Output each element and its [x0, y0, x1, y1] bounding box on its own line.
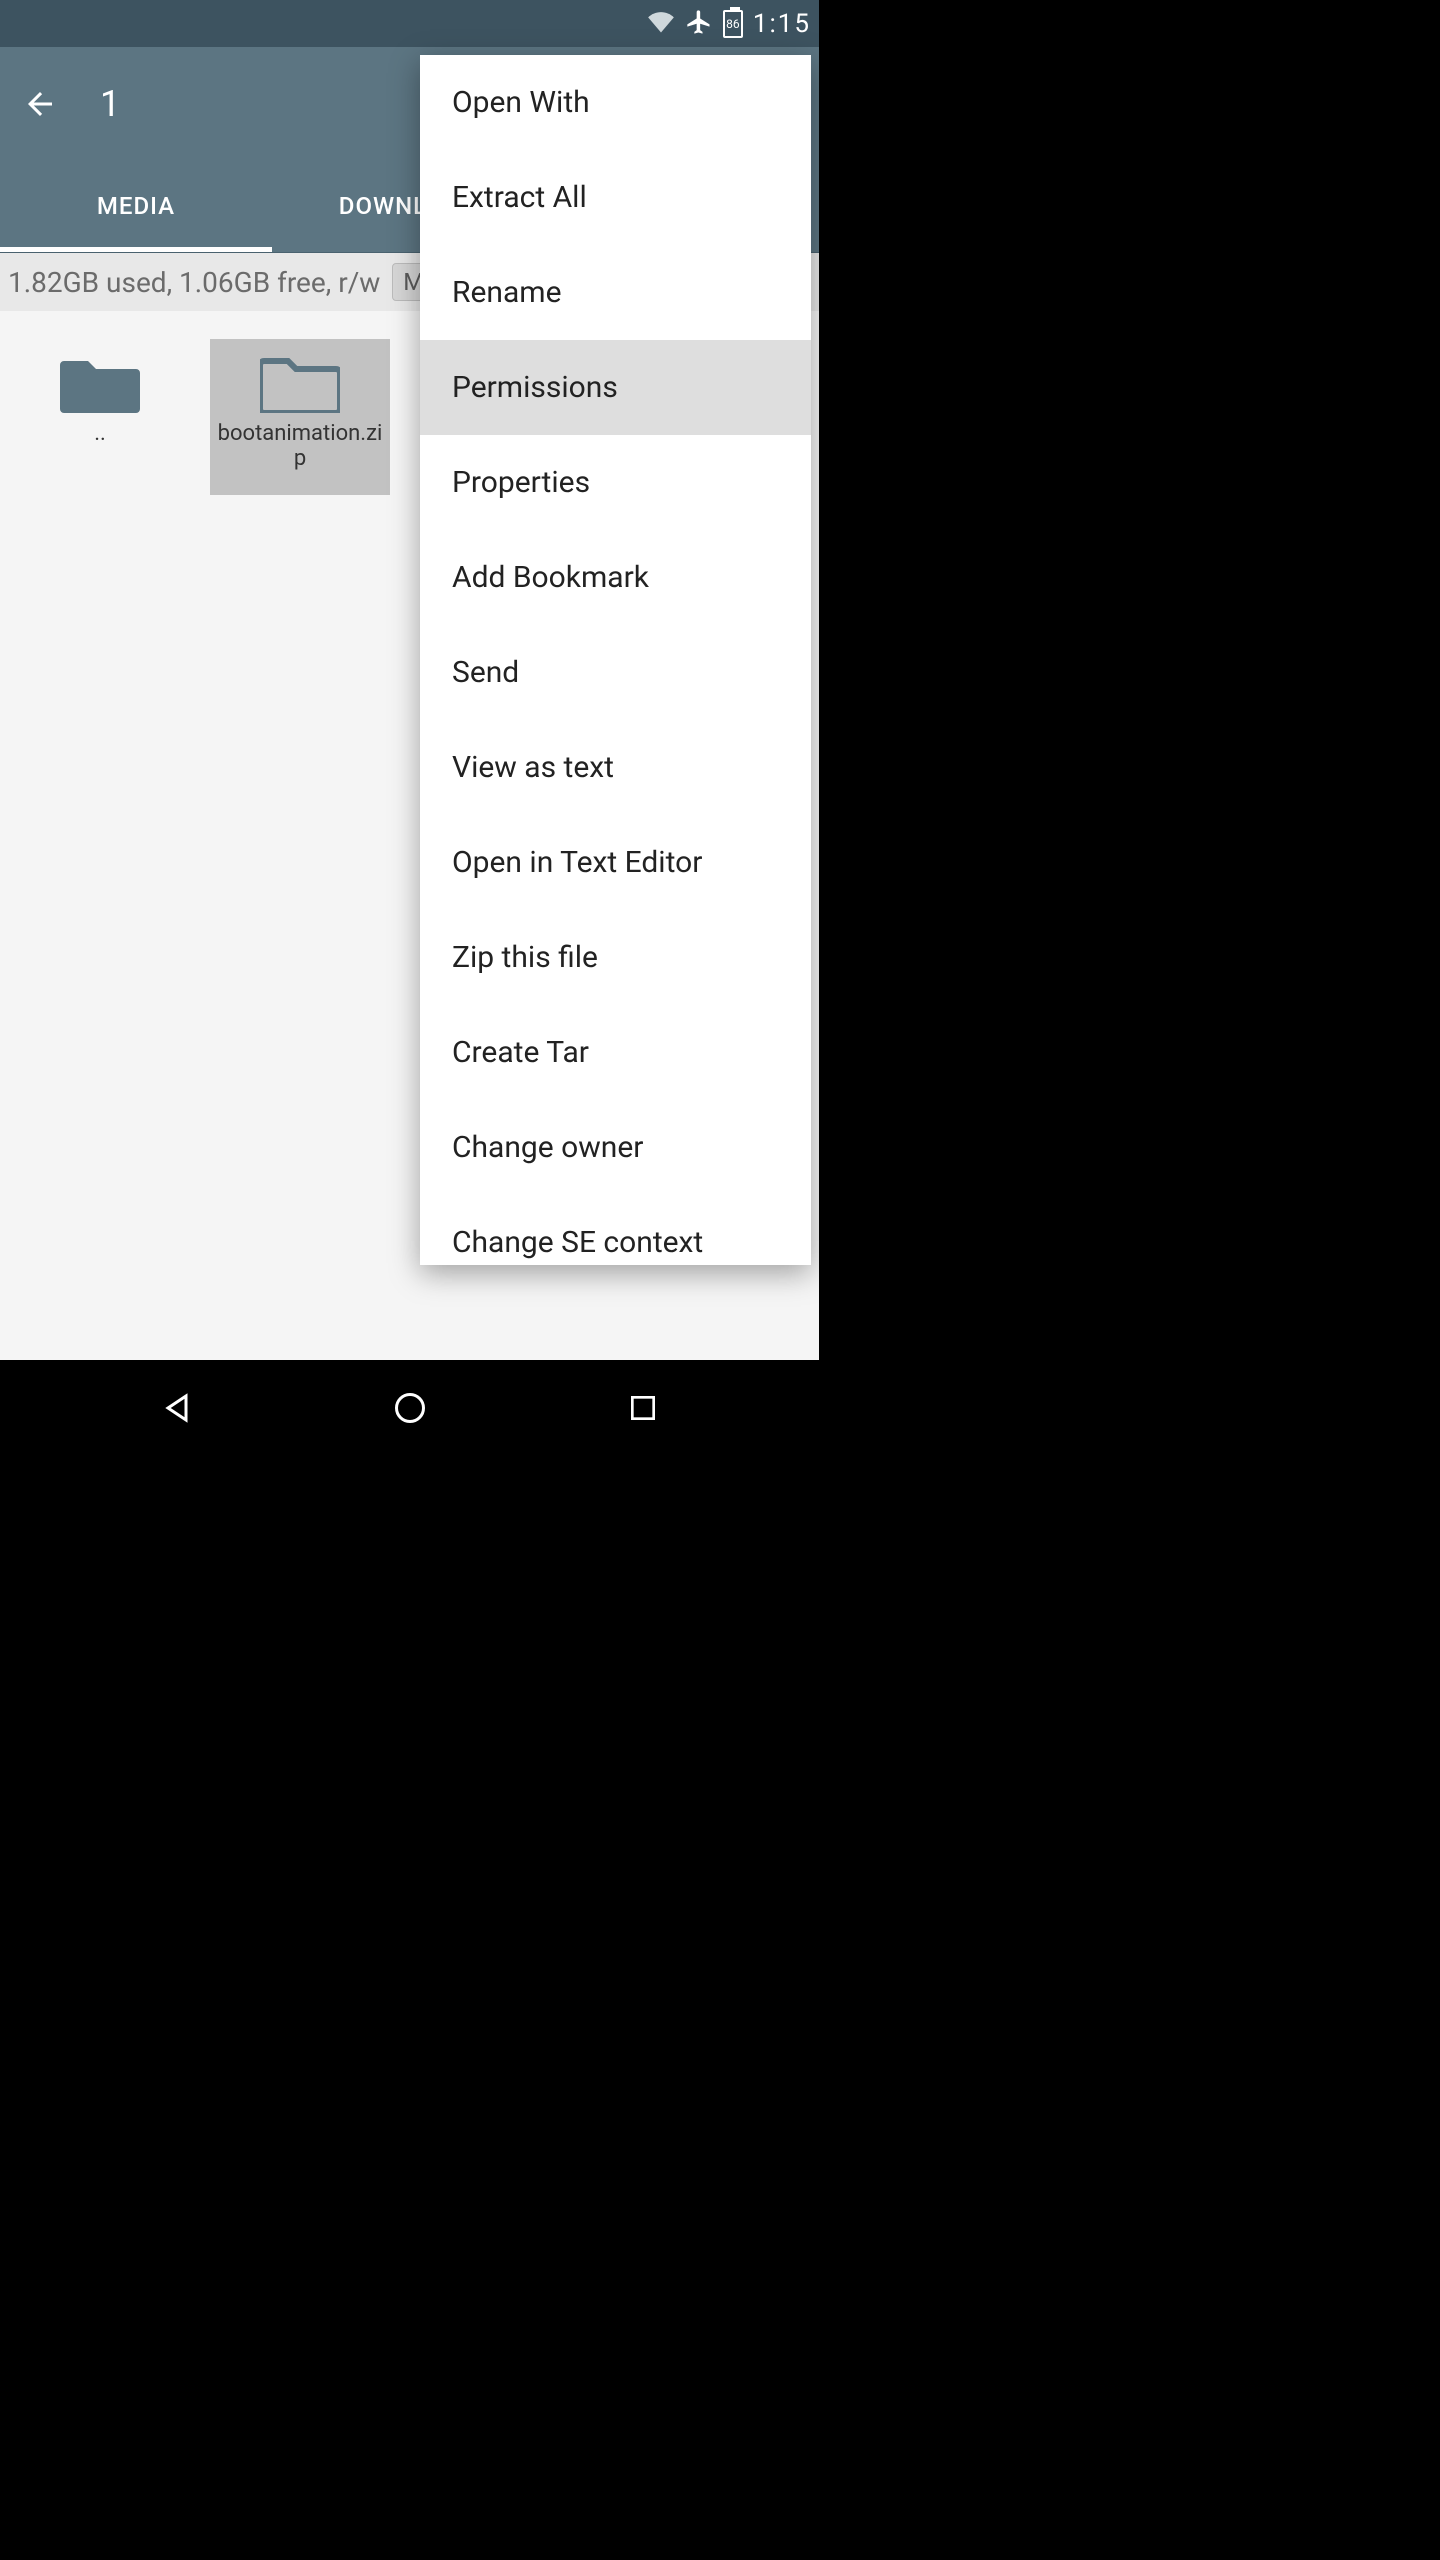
status-bar: 86 1:15: [0, 0, 819, 47]
navigation-bar: [0, 1360, 819, 1456]
tab-bar: MEDIA DOWNLOAD: [0, 160, 819, 253]
battery-level: 86: [726, 17, 740, 31]
copy-button[interactable]: [755, 80, 803, 128]
parent-folder[interactable]: ..: [10, 339, 190, 495]
file-grid: .. bootanimation.zip: [0, 311, 819, 523]
file-label: bootanimation.zip: [210, 421, 390, 471]
storage-info-text: 1.82GB used, 1.06GB free, r/w: [8, 266, 380, 299]
folder-icon: [260, 349, 340, 413]
airplane-icon: [685, 8, 713, 40]
folder-icon: [60, 349, 140, 413]
selection-app-bar: 1: [0, 47, 819, 160]
back-button[interactable]: [16, 80, 64, 128]
nav-home-button[interactable]: [378, 1376, 442, 1440]
tab-label: MEDIA: [97, 192, 175, 220]
wifi-icon: [647, 11, 675, 37]
nav-recents-button[interactable]: [611, 1376, 675, 1440]
nav-back-button[interactable]: [145, 1376, 209, 1440]
storage-chip[interactable]: M: [392, 263, 435, 301]
battery-icon: 86: [723, 10, 743, 38]
tab-label: DOWNLOAD: [339, 192, 477, 220]
clock: 1:15: [753, 9, 811, 39]
file-label: ..: [90, 421, 110, 446]
tab-download[interactable]: DOWNLOAD: [272, 160, 544, 252]
tab-media[interactable]: MEDIA: [0, 160, 272, 252]
selection-count: 1: [100, 83, 120, 125]
storage-info-bar: 1.82GB used, 1.06GB free, r/w M: [0, 253, 819, 311]
file-item-bootanimation[interactable]: bootanimation.zip: [210, 339, 390, 495]
